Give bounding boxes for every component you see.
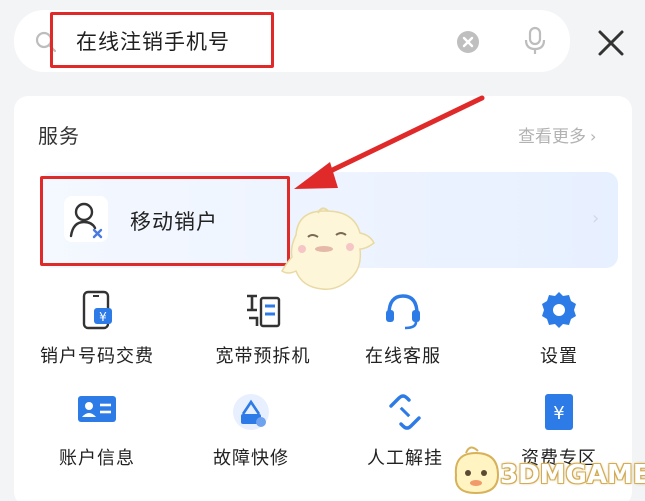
- grid-item-label: 宽带预拆机: [215, 346, 311, 367]
- gear-icon: [542, 292, 576, 328]
- grid-item-label: 销户号码交费: [40, 346, 154, 367]
- grid-item-customer-service[interactable]: 在线客服: [328, 290, 478, 376]
- grid-item-account-info[interactable]: 账户信息: [22, 392, 172, 478]
- microphone-icon[interactable]: [524, 26, 546, 56]
- chevron-right-icon: ›: [590, 127, 597, 146]
- grid-item-repair[interactable]: 故障快修: [176, 392, 326, 478]
- chevron-right-icon: ›: [592, 208, 600, 229]
- mascot-icon: [280, 207, 375, 290]
- grid-item-label: 设置: [540, 346, 578, 367]
- headset-icon: [386, 294, 420, 330]
- grid-item-label: 账户信息: [59, 448, 135, 469]
- grid-item-label: 在线客服: [365, 346, 441, 367]
- broadband-icon: [247, 294, 281, 328]
- section-title: 服务: [38, 124, 80, 148]
- grid-item-label: 故障快修: [213, 448, 289, 469]
- id-card-icon: [78, 396, 116, 422]
- grid-item-broadband[interactable]: 宽带预拆机: [188, 290, 338, 376]
- clear-icon[interactable]: [456, 30, 480, 54]
- highlight-box-search: [50, 12, 274, 68]
- unlink-icon: [389, 394, 421, 430]
- repair-icon: [233, 394, 269, 430]
- highlight-box-service: [40, 176, 290, 266]
- watermark-text: 3DMGAME: [500, 460, 645, 490]
- yuan-doc-icon: ¥: [545, 394, 573, 430]
- svg-text:¥: ¥: [553, 403, 564, 424]
- more-link-label: 查看更多: [518, 127, 586, 147]
- svg-text:¥: ¥: [99, 310, 107, 324]
- watermark-logo-icon: [454, 446, 500, 495]
- phone-payment-icon: ¥: [82, 290, 112, 330]
- grid-item-settings[interactable]: 设置: [484, 290, 634, 376]
- more-link[interactable]: 查看更多 ›: [518, 122, 596, 147]
- close-icon[interactable]: [596, 28, 626, 58]
- grid-item-cancel-payment[interactable]: ¥ 销户号码交费: [22, 290, 172, 376]
- arrow-annotation-icon: [294, 95, 485, 189]
